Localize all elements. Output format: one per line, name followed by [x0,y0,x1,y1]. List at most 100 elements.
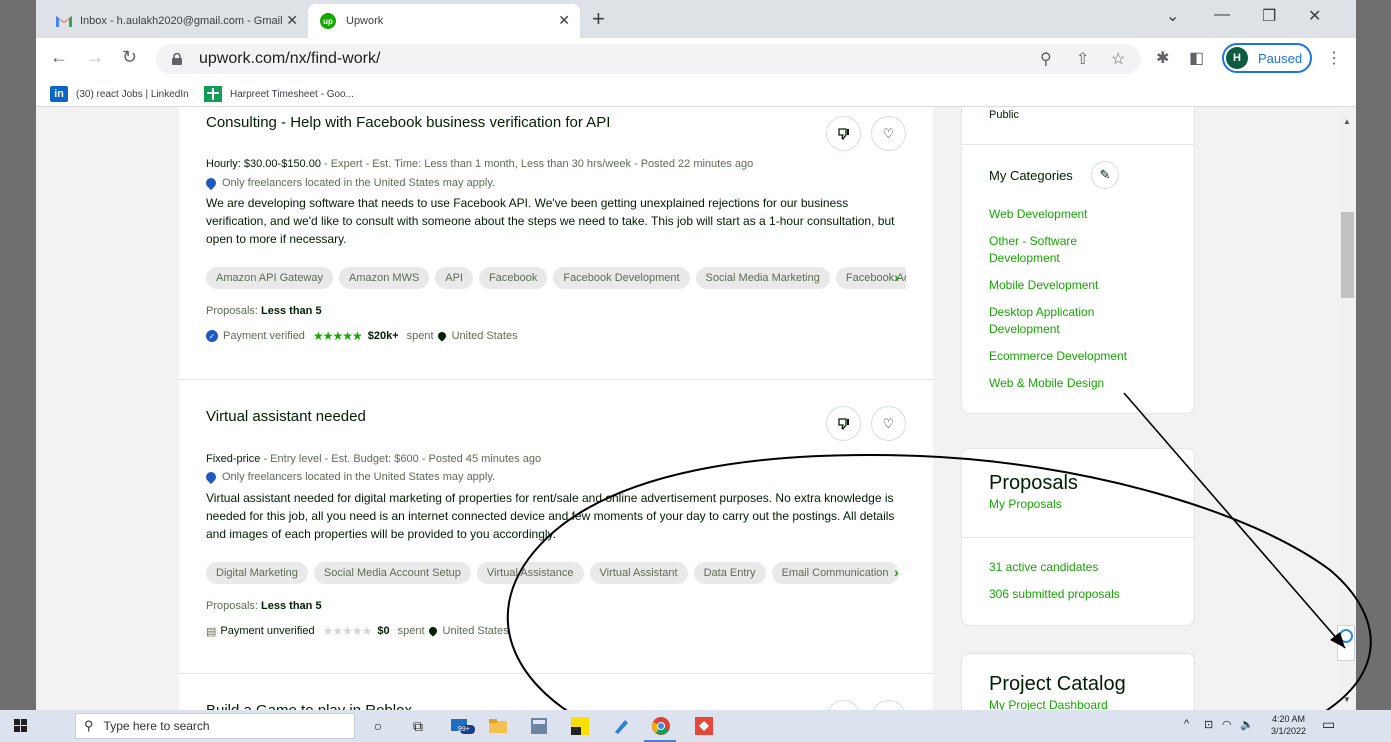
zoom-icon[interactable]: ⚲ [1040,49,1052,69]
category-link[interactable]: Ecommerce Development [989,348,1189,365]
job-type: Hourly: $30.00-$150.00 [206,158,321,170]
chrome-icon[interactable] [650,715,672,737]
volume-icon[interactable]: 🔈 [1240,718,1254,731]
notifications-icon[interactable]: ▭ [1322,716,1335,733]
job-meta: Fixed-price - Entry level - Est. Budget:… [206,453,541,465]
skill-chip[interactable]: Virtual Assistant [589,562,688,584]
skill-chip[interactable]: Amazon MWS [339,267,430,289]
save-job-button[interactable] [871,700,906,710]
project-dashboard-link[interactable]: My Project Dashboard [989,698,1108,710]
scrollbar-thumb[interactable] [1341,212,1354,298]
mail-app-icon[interactable]: 99+ [449,715,477,737]
windows-start-icon[interactable] [14,719,28,733]
profile-status: Paused [1258,50,1303,66]
proposals-count: Proposals: Less than 5 [206,305,322,317]
job-card[interactable]: Consulting - Help with Facebook business… [179,107,933,380]
tab-gmail[interactable]: Inbox - h.aulakh2020@gmail.com - Gmail ✕ [44,4,308,38]
category-link[interactable]: Other - Software Development [989,233,1119,267]
chevron-right-icon[interactable]: › [894,269,899,285]
desktop-bezel-right [1356,0,1391,710]
job-title[interactable]: Consulting - Help with Facebook business… [206,114,610,131]
job-title[interactable]: Virtual assistant needed [206,408,366,425]
skill-chip[interactable]: Digital Marketing [206,562,308,584]
skill-chip[interactable]: Facebook Development [553,267,690,289]
meet-now-icon[interactable]: ⊡ [1204,718,1213,731]
close-window-button[interactable]: ✕ [1308,6,1321,26]
forward-icon[interactable]: → [86,47,104,68]
job-feed: Consulting - Help with Facebook business… [179,107,933,710]
minimize-button[interactable]: — [1214,6,1230,24]
job-meta-rest: - Expert - Est. Time: Less than 1 month,… [320,158,754,170]
extensions-icon[interactable]: ✱ [1156,48,1169,68]
sticky-notes-icon[interactable] [569,715,591,737]
skill-chip[interactable]: Social Media Marketing [695,267,830,289]
close-tab-icon[interactable]: ✕ [558,12,570,29]
reload-icon[interactable]: ↻ [122,47,137,68]
dislike-button[interactable] [826,406,861,441]
save-job-button[interactable]: ♡ [871,116,906,151]
scroll-up-icon[interactable]: ▲ [1343,117,1351,126]
category-link[interactable]: Web Development [989,206,1189,223]
calculator-icon[interactable] [528,715,550,737]
skill-chip[interactable]: Email Communication [771,562,899,584]
search-placeholder: Type here to search [103,719,210,733]
cortana-icon[interactable]: ○ [367,715,389,737]
menu-icon[interactable]: ⋮ [1326,48,1342,68]
category-link[interactable]: Mobile Development [989,277,1189,294]
anydesk-icon[interactable] [693,715,715,737]
restore-button[interactable]: ❐ [1262,6,1276,26]
browser-window: Inbox - h.aulakh2020@gmail.com - Gmail ✕… [36,0,1356,710]
back-icon[interactable]: ← [50,47,68,68]
profile-button[interactable]: H Paused [1222,43,1312,73]
submitted-proposals-link[interactable]: 306 submitted proposals [989,587,1120,601]
tab-upwork[interactable]: up Upwork ✕ [308,4,580,38]
close-tab-icon[interactable]: ✕ [286,12,298,29]
skill-chip[interactable]: Amazon API Gateway [206,267,333,289]
bookmark-star-icon[interactable]: ☆ [1111,49,1125,69]
active-candidates-link[interactable]: 31 active candidates [989,560,1098,574]
bookmark-timesheet[interactable]: Harpreet Timesheet - Goo... [204,86,354,102]
edit-categories-button[interactable]: ✎ [1091,161,1119,189]
tab-search-icon[interactable]: ⌄ [1166,6,1179,26]
task-view-icon[interactable]: ⧉ [407,715,429,737]
dislike-button[interactable] [826,700,861,710]
my-proposals-link[interactable]: My Proposals [989,497,1062,511]
dislike-button[interactable] [826,116,861,151]
save-job-button[interactable]: ♡ [871,406,906,441]
heart-icon: ♡ [882,415,895,431]
skill-chip[interactable]: Social Media Account Setup [313,562,471,584]
job-card[interactable]: Build a Game to play in Roblox [179,674,933,710]
proposals-value: Less than 5 [261,305,322,317]
job-title[interactable]: Build a Game to play in Roblox [206,702,412,710]
job-meta: Hourly: $30.00-$150.00 - Expert - Est. T… [206,158,753,170]
bookmark-linkedin[interactable]: in (30) react Jobs | LinkedIn [50,86,189,102]
new-tab-button[interactable]: + [592,6,605,32]
category-link[interactable]: Web & Mobile Design [989,375,1189,392]
client-info: ▤ Payment unverified ★★★★★ $0 spent Unit… [206,624,509,638]
skill-chip[interactable]: Data Entry [693,562,766,584]
skill-chip[interactable]: API [435,267,474,289]
notes-app-icon[interactable] [610,715,632,737]
taskbar-search[interactable]: ⚲ Type here to search [75,713,355,739]
wifi-icon[interactable]: ◠ [1222,718,1232,731]
category-link[interactable]: Desktop Application Development [989,304,1129,338]
bookmarks-bar: in (30) react Jobs | LinkedIn Harpreet T… [36,80,1356,107]
side-extension-widget[interactable] [1337,625,1355,661]
page-viewport: Consulting - Help with Facebook business… [36,107,1339,710]
side-panel-icon[interactable]: ◧ [1189,48,1204,68]
system-clock[interactable]: 4:20 AM 3/1/2022 [1271,713,1306,737]
project-catalog-card: Project Catalog My Project Dashboard [961,653,1195,710]
file-explorer-icon[interactable] [487,715,509,737]
chevron-right-icon[interactable]: › [894,564,899,580]
address-bar[interactable]: upwork.com/nx/find-work/ ⚲ ⇧ ☆ [156,44,1141,74]
share-icon[interactable]: ⇧ [1076,49,1089,69]
page-scrollbar[interactable]: ▲ ▼ [1339,107,1356,710]
verified-check-icon: ✓ [206,330,218,342]
show-hidden-icons[interactable]: ^ [1184,718,1189,730]
skill-chip[interactable]: Facebook [479,267,548,289]
job-description: We are developing software that needs to… [206,196,895,246]
extension-icon [1339,629,1353,643]
job-card[interactable]: Virtual assistant needed ♡ Fixed-price -… [179,380,933,674]
skill-chip[interactable]: Virtual Assistance [476,562,584,584]
scroll-down-icon[interactable]: ▼ [1343,695,1351,704]
